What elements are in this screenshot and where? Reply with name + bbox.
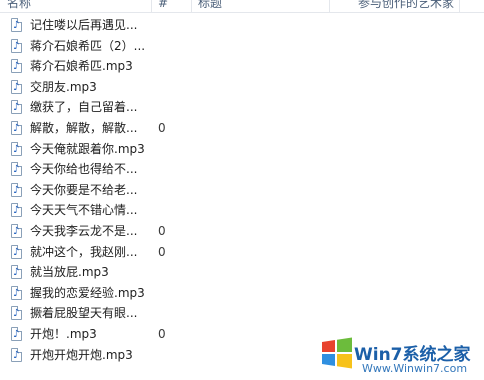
column-header-artist[interactable]: 参与创作的艺术家	[330, 0, 460, 12]
file-name: 今天俺就跟着你.mp3	[30, 141, 145, 156]
file-name: 握我的恋爱经验.mp3	[30, 285, 145, 300]
file-row[interactable]: ♪ 今天你要是不给老...	[0, 181, 484, 201]
music-note-icon: ♪	[13, 246, 20, 258]
music-note-icon: ♪	[13, 349, 20, 361]
column-header-bar: 名称 # 标题 参与创作的艺术家	[0, 0, 484, 13]
file-row[interactable]: ♪ 就冲这个，我赵刚... 0	[0, 243, 484, 263]
music-note-icon: ♪	[13, 102, 20, 114]
file-row[interactable]: ♪ 记住喽以后再遇见...	[0, 16, 484, 36]
music-note-icon: ♪	[13, 287, 20, 299]
file-name: 记住喽以后再遇见...	[30, 18, 138, 32]
file-name: 今天我李云龙不是...	[30, 224, 138, 238]
watermark-url: Www.Winwin7.com	[362, 362, 468, 375]
file-row[interactable]: ♪ 就当放屁.mp3	[0, 263, 484, 283]
track-number: 0	[158, 224, 166, 238]
music-note-icon: ♪	[13, 40, 20, 52]
file-row[interactable]: ♪ 握我的恋爱经验.mp3	[0, 284, 484, 304]
file-row[interactable]: ♪ 缴获了，自己留着...	[0, 98, 484, 118]
file-name: 解散，解散，解散...	[30, 121, 138, 135]
file-name: 撅着屁股望天有眼...	[30, 306, 138, 321]
file-name: 今天你要是不给老...	[30, 182, 138, 197]
audio-file-icon: ♪	[11, 182, 22, 197]
audio-file-icon: ♪	[11, 265, 22, 280]
file-row[interactable]: ♪ 交朋友.mp3	[0, 78, 484, 98]
audio-file-icon: ♪	[11, 79, 22, 94]
music-note-icon: ♪	[13, 308, 20, 320]
audio-file-icon: ♪	[11, 244, 22, 259]
file-row[interactable]: ♪ 撅着屁股望天有眼...	[0, 304, 484, 324]
file-row[interactable]: ♪ 解散，解散，解散... 0	[0, 119, 484, 139]
file-name: 蒋介石娘希匹.mp3	[30, 59, 133, 74]
music-note-icon: ♪	[13, 205, 20, 217]
audio-file-icon: ♪	[11, 162, 22, 177]
file-name: 缴获了，自己留着...	[30, 100, 138, 115]
file-name: 开炮！.mp3	[30, 327, 97, 341]
music-note-icon: ♪	[13, 61, 20, 73]
music-note-icon: ♪	[13, 164, 20, 176]
audio-file-icon: ♪	[11, 100, 22, 115]
music-note-icon: ♪	[13, 226, 20, 237]
file-row[interactable]: ♪ 蒋介石娘希匹（2）...	[0, 37, 484, 57]
audio-file-icon: ♪	[11, 306, 22, 321]
audio-file-icon: ♪	[11, 141, 22, 156]
music-note-icon: ♪	[13, 267, 20, 279]
audio-file-icon: ♪	[11, 38, 22, 53]
track-number: 0	[158, 327, 166, 341]
audio-file-icon: ♪	[11, 121, 22, 135]
file-row[interactable]: ♪ 今天俺就跟着你.mp3	[0, 140, 484, 160]
file-row[interactable]: ♪ 今天天气不错心情...	[0, 201, 484, 221]
column-header-title[interactable]: 标题	[192, 0, 330, 12]
audio-file-icon: ♪	[11, 18, 22, 32]
windows-logo-icon	[322, 337, 352, 369]
music-note-icon: ♪	[13, 81, 20, 93]
music-note-icon: ♪	[13, 184, 20, 196]
music-note-icon: ♪	[13, 123, 20, 134]
file-name: 交朋友.mp3	[30, 79, 97, 94]
file-name: 今天你给也得给不...	[30, 162, 138, 177]
file-name: 今天天气不错心情...	[30, 203, 138, 218]
music-note-icon: ♪	[13, 329, 20, 340]
audio-file-icon: ♪	[11, 203, 22, 218]
file-name: 就当放屁.mp3	[30, 265, 109, 280]
file-name: 蒋介石娘希匹（2）...	[30, 38, 146, 53]
audio-file-icon: ♪	[11, 285, 22, 300]
file-row[interactable]: ♪ 蒋介石娘希匹.mp3	[0, 57, 484, 77]
watermark-logo: Win7系统之家 Www.Winwin7.com	[318, 326, 484, 380]
audio-file-icon: ♪	[11, 347, 22, 362]
music-note-icon: ♪	[13, 20, 20, 31]
audio-file-icon: ♪	[11, 327, 22, 341]
music-note-icon: ♪	[13, 143, 20, 155]
file-name: 开炮开炮开炮.mp3	[30, 347, 133, 362]
column-header-number[interactable]: #	[152, 0, 192, 12]
audio-file-icon: ♪	[11, 224, 22, 238]
column-header-extra[interactable]	[460, 0, 484, 12]
file-row[interactable]: ♪ 今天我李云龙不是... 0	[0, 222, 484, 242]
file-name: 就冲这个，我赵刚...	[30, 244, 138, 259]
file-row[interactable]: ♪ 今天你给也得给不...	[0, 160, 484, 180]
audio-file-icon: ♪	[11, 59, 22, 74]
track-number: 0	[158, 244, 166, 259]
column-header-name[interactable]: 名称	[0, 0, 152, 12]
track-number: 0	[158, 121, 166, 135]
